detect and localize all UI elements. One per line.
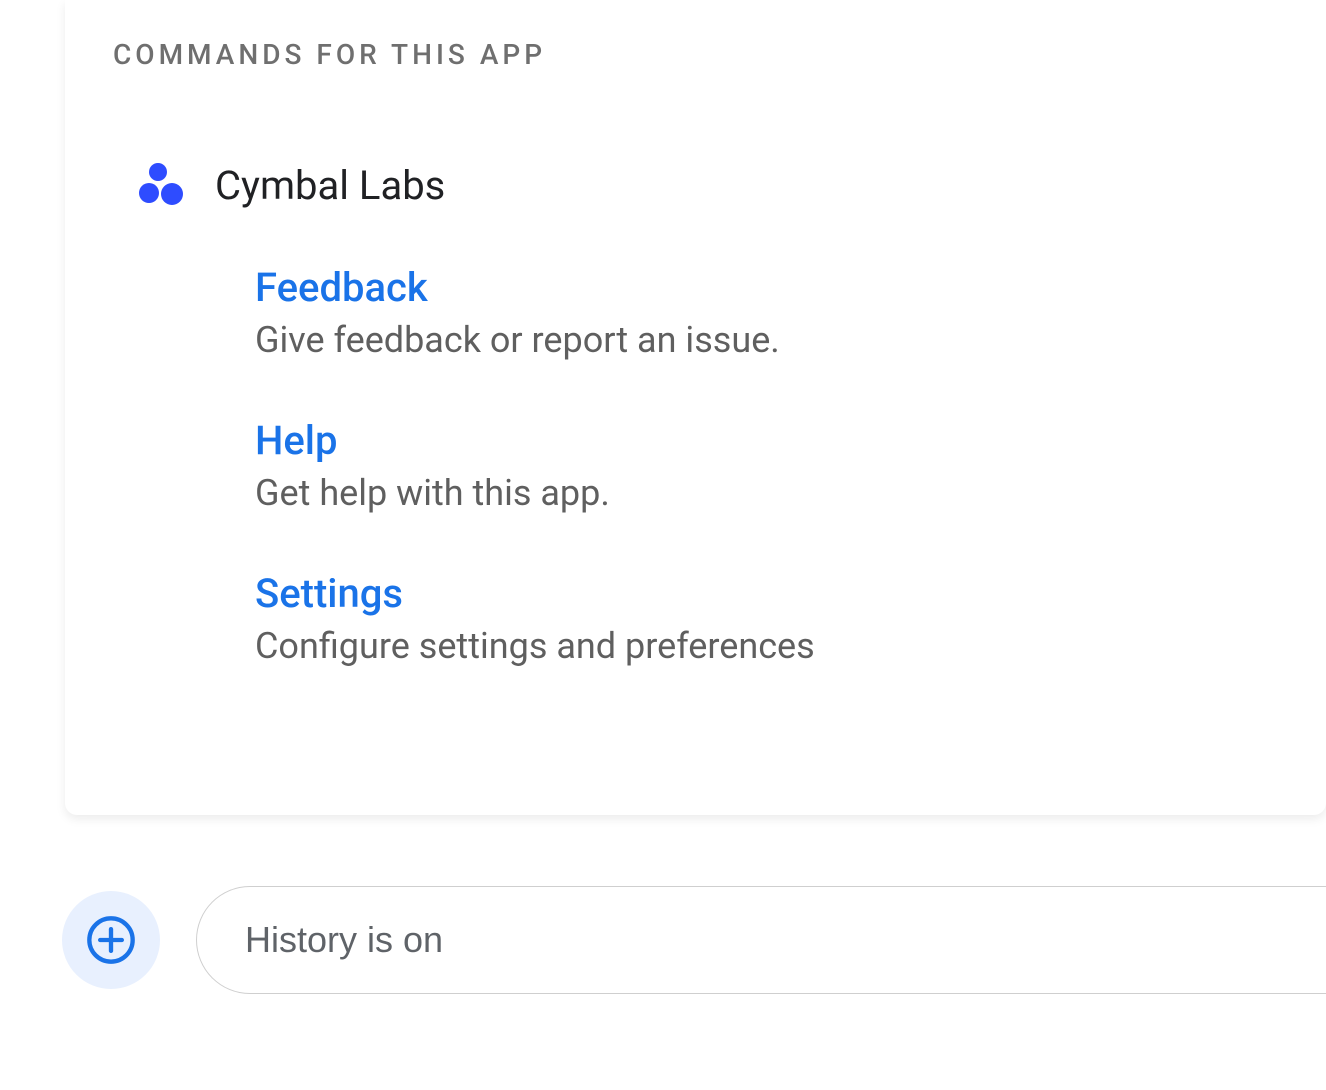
message-input[interactable]	[245, 919, 1326, 961]
compose-area	[0, 880, 1326, 1000]
command-title: Feedback	[255, 264, 1278, 311]
add-button[interactable]	[62, 891, 160, 989]
cymbal-labs-icon	[139, 161, 187, 209]
message-input-wrapper[interactable]	[196, 886, 1326, 994]
plus-circle-icon	[85, 914, 137, 966]
command-description: Give feedback or report an issue.	[255, 319, 1278, 361]
command-description: Configure settings and preferences	[255, 625, 1278, 667]
command-description: Get help with this app.	[255, 472, 1278, 514]
command-feedback[interactable]: Feedback Give feedback or report an issu…	[255, 264, 1278, 361]
command-title: Help	[255, 417, 1278, 464]
app-name: Cymbal Labs	[215, 162, 445, 209]
section-header: COMMANDS FOR THIS APP	[113, 38, 1278, 71]
app-header-row: Cymbal Labs	[113, 161, 1278, 209]
commands-list: Feedback Give feedback or report an issu…	[113, 264, 1278, 667]
command-help[interactable]: Help Get help with this app.	[255, 417, 1278, 514]
command-title: Settings	[255, 570, 1278, 617]
commands-popup: COMMANDS FOR THIS APP Cymbal Labs Feedba…	[65, 0, 1326, 815]
command-settings[interactable]: Settings Configure settings and preferen…	[255, 570, 1278, 667]
